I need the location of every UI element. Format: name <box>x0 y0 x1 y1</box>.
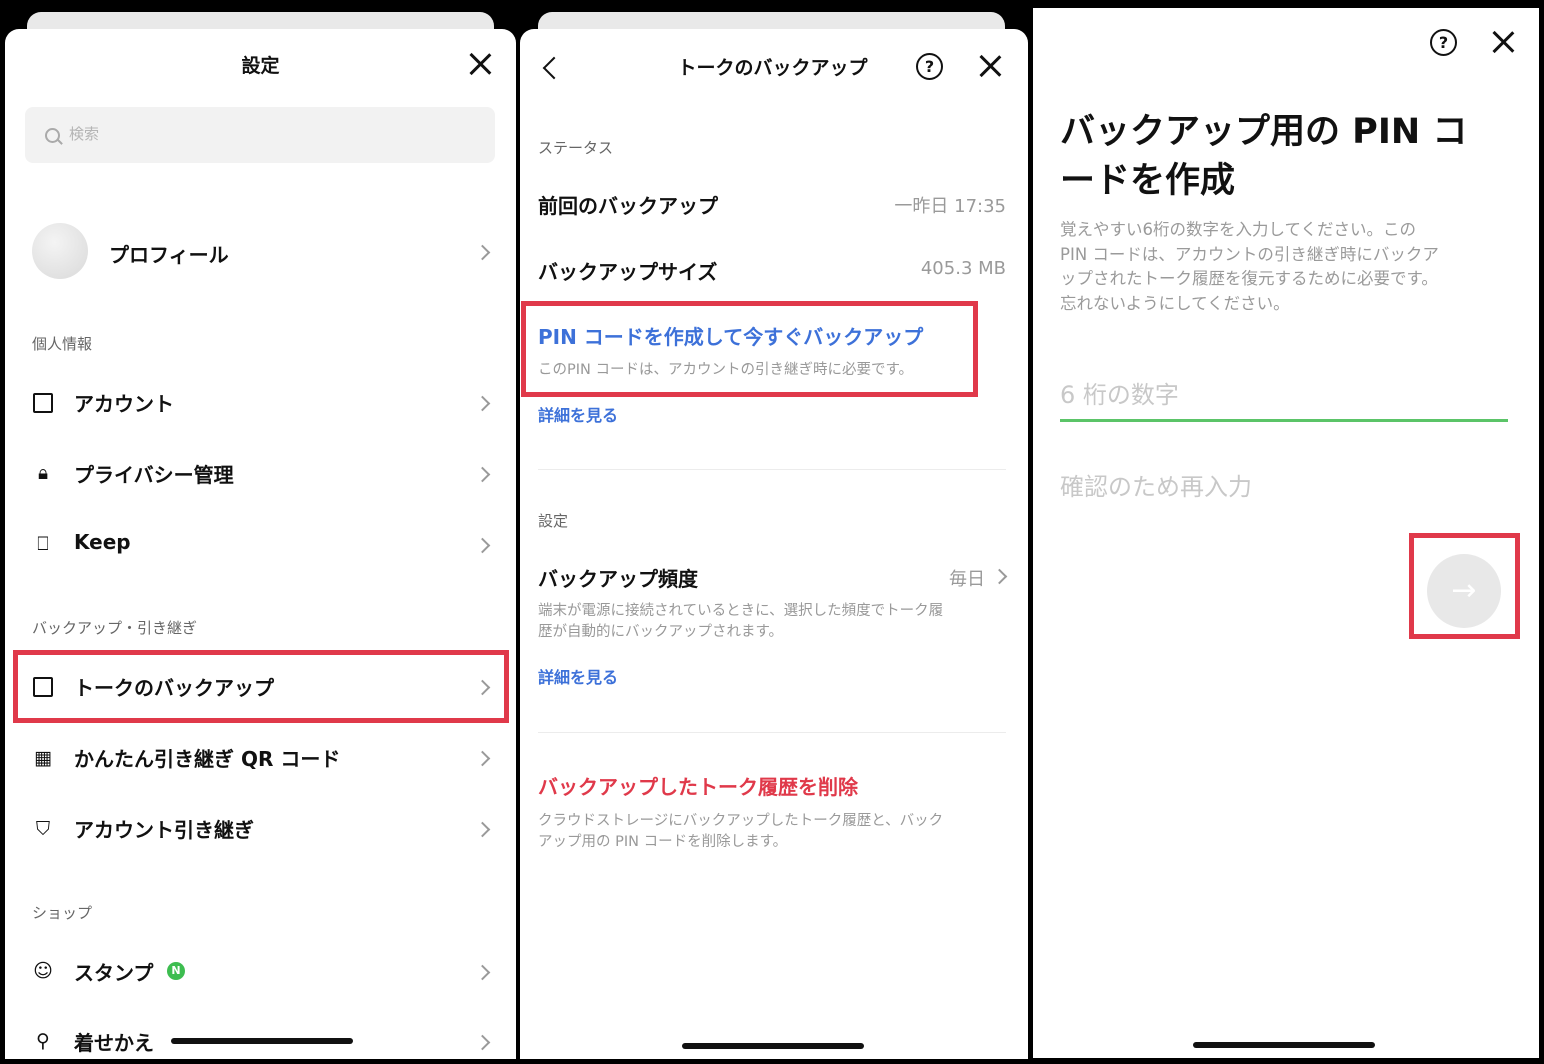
backup-size-value: 405.3 MB <box>920 258 1006 279</box>
settings-screen: 設定 検索 プロフィール 個人情報 アカウント 🔒︎ プライバシー管理 ⎕ Ke… <box>5 29 516 1059</box>
shield-icon: ⛉ <box>35 818 51 840</box>
new-badge: N <box>167 962 185 980</box>
page-title: 設定 <box>241 55 280 77</box>
highlight-box <box>13 650 509 723</box>
lock-icon: 🔒︎ <box>37 462 49 484</box>
frequency-value: 毎日 <box>949 569 985 590</box>
backup-size-label: バックアップサイズ <box>538 260 718 284</box>
help-icon[interactable]: ? <box>916 53 943 80</box>
page-title: バックアップ用の PIN コ ードを作成 <box>1060 112 1468 201</box>
home-indicator <box>171 1038 353 1044</box>
highlight-box <box>521 301 978 397</box>
last-backup-label: 前回のバックアップ <box>538 194 718 218</box>
settings-item-label: アカウント <box>74 392 174 416</box>
settings-item-label: アカウント引き継ぎ <box>74 818 254 842</box>
frequency-description: 端末が電源に接続されているときに、選択した頻度でトーク履 歴が自動的にバックアッ… <box>538 603 944 640</box>
settings-item-label: スタンプ <box>74 961 154 985</box>
pin-instructions: 覚えやすい6桁の数字を入力してください。この PIN コードは、アカウントの引き… <box>1060 220 1439 313</box>
settings-item-label: 着せかえ <box>74 1031 154 1055</box>
details-link[interactable]: 詳細を見る <box>538 402 618 426</box>
chevron-right-icon <box>474 750 491 767</box>
help-icon[interactable]: ? <box>1430 29 1457 56</box>
chevron-right-icon <box>474 466 491 483</box>
chevron-right-icon <box>474 1034 491 1051</box>
avatar <box>32 223 88 279</box>
section-header: ステータス <box>538 139 614 157</box>
search-input[interactable]: 検索 <box>25 107 495 163</box>
section-header: ショップ <box>32 904 93 922</box>
chevron-right-icon <box>474 964 491 981</box>
backup-screen: トークのバックアップ ? ステータス 前回のバックアップ 一昨日 17:35 バ… <box>520 29 1028 1059</box>
bookmark-icon: ⎕ <box>37 533 49 555</box>
id-card-icon <box>33 393 53 413</box>
page-title: トークのバックアップ <box>677 57 868 79</box>
chevron-right-icon <box>474 537 491 554</box>
settings-item-label: Keep <box>74 530 131 554</box>
close-icon[interactable] <box>978 54 1002 78</box>
divider <box>538 469 1006 470</box>
chevron-right-icon <box>991 568 1008 585</box>
back-icon[interactable] <box>542 56 566 80</box>
section-header: 個人情報 <box>32 335 93 353</box>
pin-confirm-input[interactable]: 確認のため再入力 <box>1060 467 1507 502</box>
section-header: 設定 <box>538 512 569 530</box>
qr-code-icon: ▦ <box>34 747 52 769</box>
profile-label: プロフィール <box>109 243 229 267</box>
frequency-label: バックアップ頻度 <box>538 567 698 591</box>
home-indicator <box>1193 1042 1375 1048</box>
brush-icon: ⚲ <box>36 1030 50 1052</box>
chevron-right-icon <box>474 395 491 412</box>
smiley-icon: ☺ <box>33 960 53 982</box>
search-placeholder: 検索 <box>69 125 100 143</box>
settings-item-label: かんたん引き継ぎ QR コード <box>74 747 341 771</box>
highlight-box <box>1409 533 1520 639</box>
home-indicator <box>682 1043 864 1049</box>
chevron-right-icon <box>474 821 491 838</box>
section-header: バックアップ・引き継ぎ <box>32 619 198 637</box>
pin-input-underline <box>1060 419 1508 422</box>
pin-input[interactable]: 6 桁の数字 <box>1060 375 1507 410</box>
close-icon[interactable] <box>1491 30 1515 54</box>
settings-item-label: プライバシー管理 <box>74 463 234 487</box>
chevron-right-icon <box>474 244 491 261</box>
delete-backup-button[interactable]: バックアップしたトーク履歴を削除 <box>538 771 858 800</box>
close-icon[interactable] <box>468 52 492 76</box>
search-icon <box>45 128 60 143</box>
delete-description: クラウドストレージにバックアップしたトーク履歴と、バック アップ用の PIN コ… <box>538 813 944 850</box>
last-backup-value: 一昨日 17:35 <box>894 196 1006 217</box>
create-pin-screen: ? バックアップ用の PIN コ ードを作成 覚えやすい6桁の数字を入力してくだ… <box>1033 8 1539 1058</box>
details-link[interactable]: 詳細を見る <box>538 664 618 688</box>
divider <box>538 732 1006 733</box>
